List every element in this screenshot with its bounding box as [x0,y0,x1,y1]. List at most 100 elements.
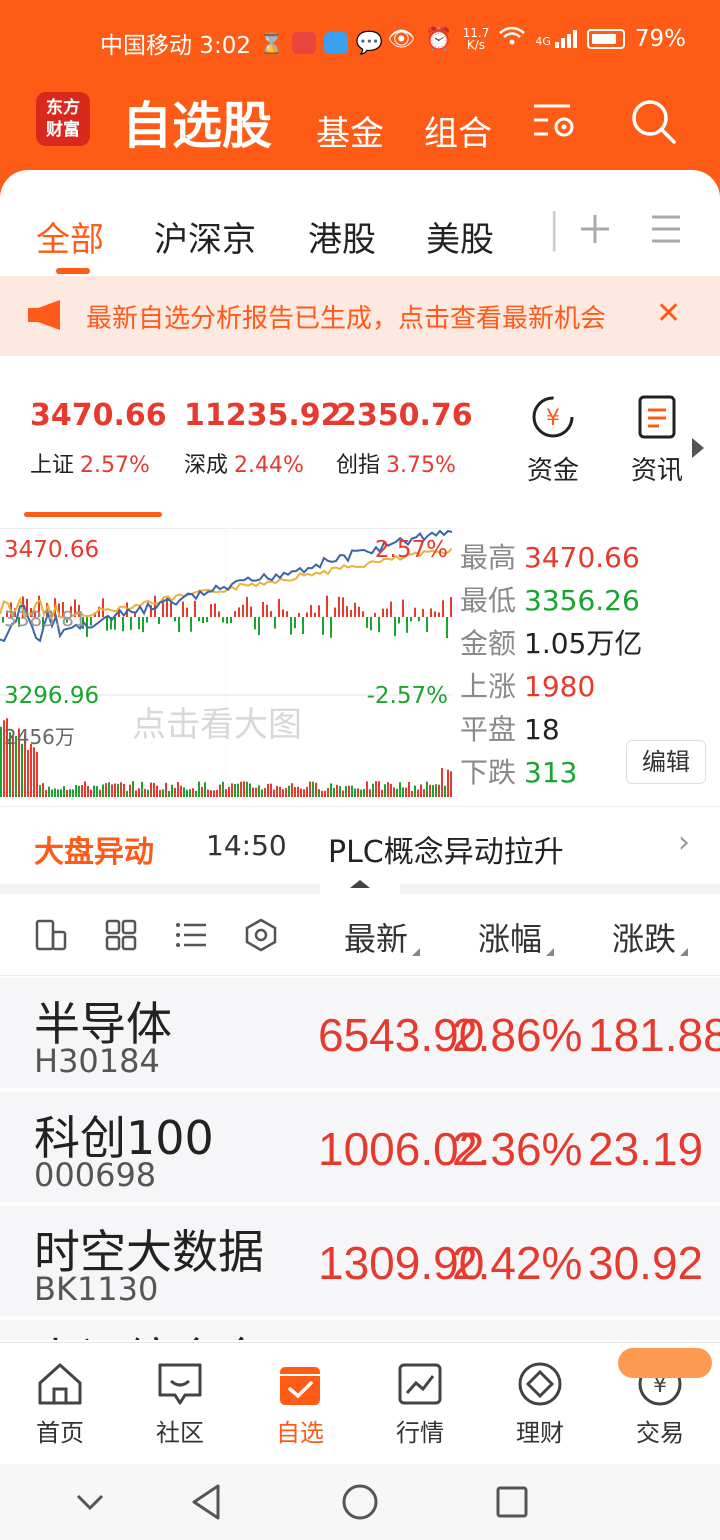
collapse-down-icon[interactable] [74,1482,106,1522]
nav-combo[interactable]: 组合 [424,106,492,155]
signal-icon: 4G [535,30,577,48]
breadth-bar [366,617,368,628]
volume-bar [384,784,386,797]
index-sz[interactable]: 11235.92 深成 2.44% [184,398,342,479]
breadth-bar [278,598,280,617]
sort-change-pct[interactable]: 涨幅 [478,914,555,960]
volume-bar [414,785,416,797]
volume-bar [132,781,134,797]
volume-bar [270,783,272,797]
tab-more-partial[interactable]: │ [544,212,564,252]
movement-time: 14:50 [206,829,287,862]
volume-bar [21,743,23,797]
edit-button[interactable]: 编辑 [626,740,706,784]
breadth-bar [286,611,288,617]
list-view-icon[interactable] [174,918,208,956]
volume-bar [345,786,347,797]
nav-home[interactable]: 首页 [10,1361,110,1448]
grid-view-icon[interactable] [34,918,68,956]
volume-bar [198,781,200,797]
volume-bar [426,781,428,797]
funds-icon: ¥ [532,396,574,438]
table-row[interactable]: 科创100 000698 1006.02 2.36% 23.19 [0,1092,720,1204]
breadth-bar [314,612,316,617]
breadth-bar [290,617,292,635]
volume-bar [180,785,182,797]
collapse-handle[interactable] [320,872,400,894]
table-row[interactable]: 上证综合全 [0,1320,720,1342]
breadth-bar [338,596,340,617]
view-large-chart-hint: 点击看大图 [132,705,302,745]
index-cy[interactable]: 2350.76 创指 3.75% [336,398,486,479]
news-button[interactable]: 资讯 [622,394,692,487]
funds-button[interactable]: ¥ 资金 [518,394,588,487]
volume-bar [72,789,74,797]
breadth-bar [214,603,216,617]
breadth-bar [378,617,380,633]
intraday-chart[interactable]: 3470.66 2.57% 3383.81 3296.96 -2.57% 245… [0,528,452,797]
menu-icon[interactable] [650,214,682,248]
breadth-bar [298,612,300,617]
back-icon[interactable] [188,1482,224,1522]
volume-bar [48,786,50,797]
close-icon[interactable]: ✕ [656,296,681,331]
watchlist-settings-icon[interactable] [530,96,580,146]
nav-wealth[interactable]: 理财 [490,1361,590,1448]
table-row[interactable]: 时空大数据 BK1130 1309.90 2.42% 30.92 [0,1206,720,1318]
home-icon [38,1363,82,1405]
breadth-bar [262,601,264,617]
monitor-icon[interactable] [244,918,278,956]
breadth-bar [318,605,320,617]
volume-bar [300,788,302,797]
breadth-bar [182,601,184,617]
report-banner[interactable]: 最新自选分析报告已生成，点击查看最新机会 ✕ [0,276,720,356]
volume-bar [120,782,122,797]
volume-bar [60,789,62,797]
breadth-bar [266,604,268,617]
battery-icon [586,29,625,49]
breadth-bar [350,609,352,617]
volume-bar [192,788,194,797]
breadth-bar [238,607,240,617]
list-header: 最新 涨幅 涨跌 [0,894,720,976]
community-icon [158,1363,202,1405]
breadth-bar [434,611,436,617]
nav-watchlist[interactable]: 自选 [250,1361,350,1448]
chart-low-pct: -2.57% [366,683,448,709]
nav-community[interactable]: 社区 [130,1361,230,1448]
volume-bar [225,789,227,797]
app-logo[interactable]: 东方 财富 [36,92,90,146]
breadth-bar [438,612,440,617]
add-group-icon[interactable] [578,212,612,250]
sort-change[interactable]: 涨跌 [612,914,689,960]
recents-icon[interactable] [494,1482,530,1522]
tab-us[interactable]: 美股 [426,212,494,261]
volume-bar [258,785,260,797]
nav-market[interactable]: 行情 [370,1361,470,1448]
breadth-bar [106,617,108,631]
volume-bar [321,790,323,797]
tab-hs[interactable]: 沪深京 [154,212,256,261]
volume-bar [42,783,44,797]
tab-hk[interactable]: 港股 [308,212,376,261]
table-row[interactable]: 半导体 H30184 6543.90 2.86% 181.88 [0,978,720,1090]
nav-fund[interactable]: 基金 [316,106,384,155]
volume-bar [276,785,278,797]
volume-bar [252,787,254,797]
breadth-bar [354,602,356,617]
promo-badge[interactable] [618,1348,712,1378]
volume-bar [84,781,86,797]
tiles-view-icon[interactable] [104,918,138,956]
search-icon[interactable] [628,96,678,146]
breadth-bar [222,617,224,623]
breadth-bar [170,602,172,617]
scroll-right-icon[interactable] [692,438,704,462]
tab-all[interactable]: 全部 [36,212,104,261]
index-sh[interactable]: 3470.66 上证 2.57% [30,398,180,479]
home-circle-icon[interactable] [340,1482,380,1522]
volume-bar [273,789,275,797]
megaphone-icon [26,298,64,336]
sort-latest[interactable]: 最新 [344,914,421,960]
volume-bar [45,789,47,797]
volume-bar [153,782,155,797]
